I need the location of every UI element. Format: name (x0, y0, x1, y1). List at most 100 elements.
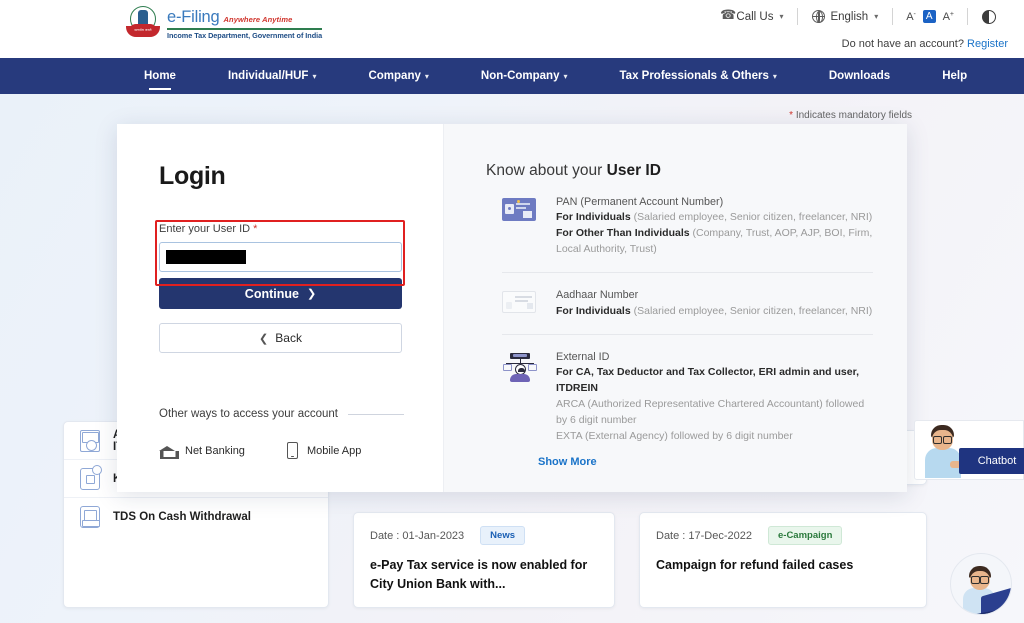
logo-tagline: Anywhere Anytime (223, 15, 293, 25)
chevron-down-icon: ▾ (772, 71, 777, 81)
news-card-epay-tax[interactable]: Date : 01-Jan-2023 News e-Pay Tax servic… (353, 512, 615, 608)
aadhaar-description: Aadhaar Number For Individuals (Salaried… (556, 287, 873, 319)
chevron-right-icon: ❯ (306, 288, 317, 300)
nav-item-non-company[interactable]: Non-Company ▾ (455, 58, 594, 94)
nav-items: Home Individual/HUF ▾ Company ▾ Non-Comp… (0, 58, 993, 94)
nav-item-downloads[interactable]: Downloads (803, 58, 916, 94)
news-date: Date : 01-Jan-2023 (370, 529, 465, 542)
chevron-down-icon: ▾ (779, 12, 784, 21)
external-id-arca-line: ARCA (Authorized Representative Chartere… (556, 397, 865, 426)
news-title: Campaign for refund failed cases (656, 558, 854, 572)
font-size-decrease-button[interactable]: A- (906, 11, 916, 23)
page-title: Login (159, 162, 226, 190)
other-ways-options: Net Banking Mobile App (159, 442, 361, 459)
nav-label: Downloads (828, 70, 891, 82)
news-title: e-Pay Tax service is now enabled for Cit… (370, 558, 588, 592)
language-label: English (830, 10, 869, 23)
mandatory-note-text: Indicates mandatory fields (795, 110, 912, 121)
site-logo[interactable]: e-Filing Anywhere Anytime Income Tax Dep… (126, 6, 322, 40)
floating-assistant-avatar[interactable] (950, 553, 1012, 615)
no-account-text: Do not have an account? (841, 38, 964, 50)
chevron-down-icon: ▾ (312, 71, 317, 81)
contrast-icon (982, 9, 996, 24)
asterisk-icon: * (253, 223, 258, 235)
news-date: Date : 17-Dec-2022 (656, 529, 752, 542)
news-card-campaign-refund[interactable]: Date : 17-Dec-2022 e-Campaign Campaign f… (639, 512, 927, 608)
register-link[interactable]: Register (967, 38, 1008, 50)
nav-label: Help (942, 70, 968, 82)
continue-button[interactable]: Continue ❯ (159, 278, 402, 309)
logo-text: e-Filing Anywhere Anytime Income Tax Dep… (167, 6, 322, 40)
status-badge: e-Campaign (768, 526, 843, 545)
page-root: e-Filing Anywhere Anytime Income Tax Dep… (0, 0, 1024, 623)
call-us-button[interactable]: Call Us ▾ (706, 11, 797, 23)
chevron-down-icon: ▾ (424, 71, 429, 81)
quick-link-tds-cash-withdrawal[interactable]: TDS On Cash Withdrawal (64, 498, 328, 536)
language-selector[interactable]: English ▾ (798, 10, 892, 23)
aadhaar-heading: Aadhaar Number (556, 289, 639, 302)
font-size-increase-button[interactable]: A+ (943, 11, 954, 23)
phone-icon (720, 11, 731, 22)
nav-item-home[interactable]: Home (118, 58, 202, 94)
external-id-heading: External ID (556, 350, 610, 363)
nav-label: Company (368, 70, 421, 82)
pan-description: PAN (Permanent Account Number) For Indiv… (556, 194, 873, 258)
envelope-check-icon (80, 429, 100, 452)
mobile-app-option[interactable]: Mobile App (286, 442, 362, 459)
nav-item-tax-professionals[interactable]: Tax Professionals & Others ▾ (594, 58, 803, 94)
redacted-value (166, 250, 246, 264)
pan-card-icon (502, 194, 536, 258)
back-label: Back (275, 331, 302, 345)
other-ways-header: Other ways to access your account (159, 408, 404, 420)
back-button[interactable]: ❮ Back (159, 323, 402, 353)
nav-label: Individual/HUF (227, 70, 309, 82)
id-type-aadhaar: Aadhaar Number For Individuals (Salaried… (486, 273, 873, 319)
mandatory-fields-note: * Indicates mandatory fields (789, 110, 912, 121)
site-header: e-Filing Anywhere Anytime Income Tax Dep… (0, 0, 1024, 58)
chatbot-avatar (923, 425, 963, 478)
quick-link-label: TDS On Cash Withdrawal (113, 511, 251, 523)
continue-label: Continue (244, 286, 299, 301)
know-user-id-panel: Know about your User ID PAN (Permanent A… (443, 124, 907, 492)
login-form-panel: Login Enter your User ID * Continue ❯ ❮ … (117, 124, 443, 492)
nav-item-individual-huf[interactable]: Individual/HUF ▾ (202, 58, 343, 94)
asterisk-icon: * (789, 110, 794, 121)
mobile-app-label: Mobile App (306, 444, 362, 457)
contrast-toggle[interactable] (968, 9, 1010, 24)
bank-icon (159, 443, 179, 459)
show-more-link[interactable]: Show More (538, 456, 873, 468)
divider (347, 413, 404, 415)
news-card-meta: Date : 01-Jan-2023 News (370, 526, 598, 545)
india-emblem-icon (126, 6, 160, 40)
net-banking-option[interactable]: Net Banking (159, 442, 245, 459)
call-us-label: Call Us (736, 10, 774, 23)
mobile-icon (286, 442, 298, 459)
logo-brand: e-Filing (167, 8, 220, 27)
globe-icon (812, 10, 826, 23)
register-prompt: Do not have an account? Register (842, 38, 1008, 50)
external-id-icon (502, 349, 537, 445)
main-navigation: Home Individual/HUF ▾ Company ▾ Non-Comp… (0, 58, 1024, 94)
nav-item-help[interactable]: Help (916, 58, 993, 94)
know-panel-title: Know about your User ID (486, 162, 661, 179)
login-modal: Login Enter your User ID * Continue ❯ ❮ … (117, 124, 907, 492)
nav-label: Non-Company (480, 70, 560, 82)
font-size-default-button[interactable]: A (922, 10, 936, 23)
header-utility-bar: Call Us ▾ English ▾ A- A A+ (706, 8, 1010, 25)
user-id-input[interactable] (159, 242, 402, 272)
chatbot-widget[interactable]: Chatbot (914, 420, 1024, 480)
nav-item-company[interactable]: Company ▾ (342, 58, 454, 94)
nav-label: Tax Professionals & Others (619, 70, 769, 82)
chevron-down-icon: ▾ (563, 71, 568, 81)
other-ways-label: Other ways to access your account (159, 408, 338, 420)
nav-label: Home (144, 70, 176, 82)
id-type-external: External ID For CA, Tax Deductor and Tax… (486, 335, 873, 445)
news-card-meta: Date : 17-Dec-2022 e-Campaign (656, 526, 910, 545)
user-id-label: Enter your User ID * (159, 223, 258, 235)
pan-heading: PAN (Permanent Account Number) (556, 196, 724, 208)
external-id-roles-line: For CA, Tax Deductor and Tax Collector, … (556, 366, 860, 394)
tag-lock-icon (80, 464, 102, 490)
font-size-controls: A- A A+ (893, 10, 967, 23)
atm-icon (80, 506, 100, 528)
chatbot-button[interactable]: Chatbot (959, 448, 1024, 474)
